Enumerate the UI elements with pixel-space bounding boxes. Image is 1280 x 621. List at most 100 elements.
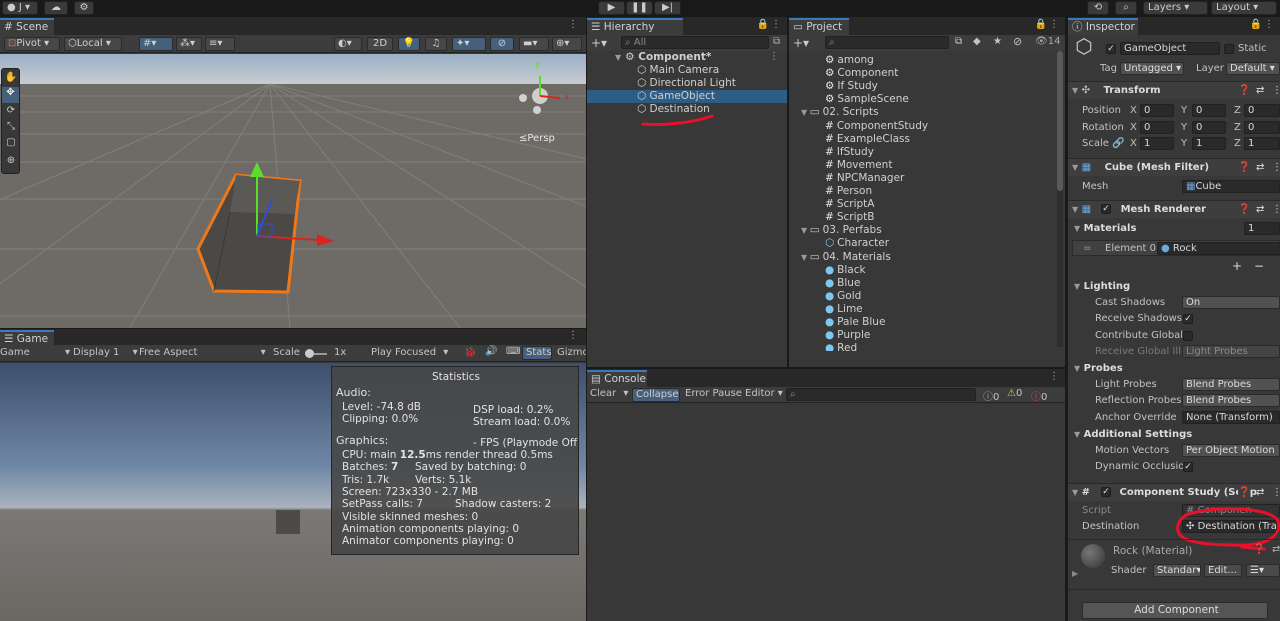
list-item[interactable]: # ScriptB <box>825 211 874 224</box>
collab-icon[interactable]: ⚙ <box>74 1 94 15</box>
list-item[interactable]: ● Lime <box>825 303 863 316</box>
editor-dropdown[interactable]: Editor ▾ <box>745 388 783 399</box>
panel-menu-icon[interactable]: ⋮ <box>568 19 578 30</box>
create-plus-icon[interactable]: +▾ <box>591 36 607 50</box>
scale-x-field[interactable]: 1 <box>1140 137 1174 150</box>
list-item[interactable]: ● Red <box>825 342 857 351</box>
help-icon[interactable]: ❓ <box>1253 544 1265 555</box>
gizmos-toggle[interactable]: Gizmo <box>557 347 589 358</box>
draw-mode-button[interactable]: ◐▾ <box>334 37 362 51</box>
contribute-gi-checkbox[interactable] <box>1183 331 1193 341</box>
list-item[interactable]: # Person <box>825 185 872 198</box>
play-button[interactable]: ▶ <box>598 1 625 15</box>
list-item[interactable]: ⬡ Directional Light <box>637 77 777 90</box>
history-icon[interactable]: ⟲ <box>1087 1 1109 15</box>
position-z-field[interactable]: 0 <box>1244 104 1280 117</box>
tab-hierarchy[interactable]: ☰ Hierarchy <box>587 18 683 35</box>
grid-snap-button[interactable]: #▾ <box>139 37 173 51</box>
camera-settings-icon[interactable]: ▬▾ <box>519 37 549 51</box>
scene-root-row[interactable]: ▼ ⚙ Component* <box>615 51 711 64</box>
position-y-field[interactable]: 0 <box>1192 104 1226 117</box>
cloud-icon[interactable]: ☁ <box>44 1 68 15</box>
search-options-icon[interactable]: ⧉ <box>773 36 780 47</box>
game-view-dropdown[interactable]: Game ▾ <box>0 347 70 358</box>
list-item[interactable]: # Movement <box>825 159 892 172</box>
collapse-toggle[interactable]: Collapse <box>632 388 680 402</box>
pause-button[interactable]: ❚❚ <box>626 1 653 15</box>
tab-game[interactable]: ☰ Game <box>0 330 55 345</box>
cast-shadows-dropdown[interactable]: On <box>1182 296 1280 309</box>
scene-menu-icon[interactable]: ⋮ <box>769 51 779 62</box>
folder-row[interactable]: ▼ ▭ 02. Scripts <box>801 106 879 119</box>
step-button[interactable]: ▶| <box>654 1 681 15</box>
transform-header[interactable]: ▼ ✣ Transform ❓ ⇄ ⋮ <box>1068 81 1280 99</box>
remove-material-button[interactable]: − <box>1254 259 1264 273</box>
list-item[interactable]: ⚙ Component <box>825 67 898 80</box>
aspect-dropdown[interactable]: Free Aspect ▾ <box>139 347 266 358</box>
panel-menu-icon[interactable]: ⋮ <box>771 19 781 30</box>
rotate-tool-icon[interactable]: ⟳ <box>4 105 18 116</box>
project-scrollbar[interactable] <box>1057 51 1063 347</box>
panel-menu-icon[interactable]: ⋮ <box>568 330 578 341</box>
2d-toggle[interactable]: 2D <box>367 37 393 51</box>
hand-tool-icon[interactable]: ✋ <box>4 72 18 83</box>
increment-snap-icon[interactable]: ≡▾ <box>205 37 235 51</box>
gizmos-dropdown-icon[interactable]: ⊕▾ <box>552 37 582 51</box>
panel-menu-icon[interactable]: ⋮ <box>1049 371 1059 382</box>
create-plus-icon[interactable]: +▾ <box>793 36 809 50</box>
name-field[interactable]: GameObject <box>1120 42 1220 55</box>
list-item[interactable]: # ScriptA <box>825 198 874 211</box>
account-dropdown[interactable]: ● J ▾ <box>2 1 38 15</box>
clear-button[interactable]: Clear ▾ <box>590 388 628 399</box>
list-item[interactable]: # ExampleClass <box>825 133 910 146</box>
list-item[interactable]: ⚙ among <box>825 54 874 67</box>
scale-y-field[interactable]: 1 <box>1192 137 1226 150</box>
console-search-input[interactable]: ⌕ <box>786 388 976 401</box>
warning-count-toggle[interactable]: ⚠0 <box>1007 388 1022 399</box>
play-focused-dropdown[interactable]: Play Focused ▾ <box>371 347 448 358</box>
layout-dropdown[interactable]: Layout ▾ <box>1211 1 1277 15</box>
search-icon[interactable]: ⌕ <box>1115 1 1137 15</box>
lighting-toggle-icon[interactable]: 💡 <box>398 37 420 51</box>
expand-arrow-icon[interactable]: ▶ <box>1072 569 1078 578</box>
hidden-objects-icon[interactable]: ⊘ <box>490 37 514 51</box>
rotation-x-field[interactable]: 0 <box>1140 121 1174 134</box>
list-item[interactable]: # NPCManager <box>825 172 904 185</box>
pivot-dropdown[interactable]: ⊡Pivot ▾ <box>4 37 60 51</box>
mesh-field[interactable]: ▦Cube <box>1182 180 1280 193</box>
search-by-type-icon[interactable]: ⧉ <box>955 36 962 47</box>
list-item[interactable]: ● Purple <box>825 329 870 342</box>
add-component-button[interactable]: Add Component <box>1082 602 1268 619</box>
stats-toggle[interactable]: Stats <box>522 346 552 360</box>
tab-console[interactable]: ▤ Console <box>587 370 647 387</box>
local-dropdown[interactable]: ⬡Local ▾ <box>64 37 122 51</box>
panel-menu-icon[interactable]: ⋮ <box>1264 19 1274 30</box>
motion-vectors-dropdown[interactable]: Per Object Motion <box>1182 444 1280 457</box>
scale-z-field[interactable]: 1 <box>1244 137 1280 150</box>
list-item[interactable]: ● Pale Blue <box>825 316 885 329</box>
audio-toggle-icon[interactable]: ♫ <box>425 37 447 51</box>
preset-icon[interactable]: ⇄ <box>1272 544 1280 555</box>
shader-options-icon[interactable]: ☰▾ <box>1246 564 1280 577</box>
bug-icon[interactable]: 🐞 <box>464 347 476 358</box>
dynamic-occlusion-checkbox[interactable]: ✓ <box>1183 462 1193 472</box>
mesh-filter-header[interactable]: ▼ ▦ Cube (Mesh Filter) ❓ ⇄ ⋮ <box>1068 158 1280 176</box>
search-by-label-icon[interactable]: ◆ <box>973 36 981 47</box>
folder-row[interactable]: ▼ ▭ 04. Materials <box>801 251 891 264</box>
info-count-toggle[interactable]: ⓘ0 <box>983 388 999 403</box>
display-dropdown[interactable]: Display 1 ▾ <box>73 347 138 358</box>
favorite-icon[interactable]: ★ <box>993 36 1002 47</box>
error-pause-toggle[interactable]: Error Pause <box>685 388 742 399</box>
keyboard-icon[interactable]: ⌨ <box>506 346 520 357</box>
tag-dropdown[interactable]: Untagged ▾ <box>1120 62 1184 75</box>
edit-shader-button[interactable]: Edit... <box>1204 564 1242 577</box>
lock-icon[interactable]: 🔒 <box>757 19 769 30</box>
component-study-header[interactable]: ▼ # ✓ Component Study (Scrip ❓ ⇄ ⋮ <box>1068 483 1280 501</box>
hidden-packages-icon[interactable]: ⊘ <box>1013 35 1022 48</box>
active-checkbox[interactable]: ✓ <box>1106 44 1116 54</box>
grid-icon[interactable]: ⁂▾ <box>176 37 202 51</box>
hierarchy-search-input[interactable]: ⌕ All <box>621 36 769 49</box>
project-search-input[interactable]: ⌕ <box>825 36 949 49</box>
folder-row[interactable]: ▼ ▭ 03. Perfabs <box>801 224 882 237</box>
mesh-renderer-header[interactable]: ▼ ▦ ✓ Mesh Renderer ❓ ⇄ ⋮ <box>1068 200 1280 218</box>
